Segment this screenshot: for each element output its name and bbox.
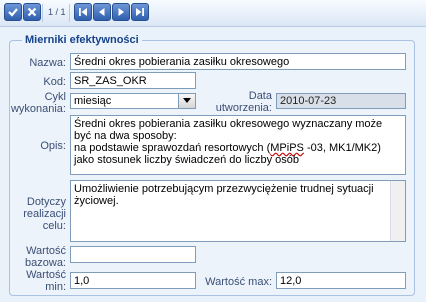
save-button[interactable]	[4, 3, 22, 21]
toolbar-separator	[69, 4, 70, 22]
check-icon	[8, 8, 18, 17]
description-label: Opis:	[40, 140, 66, 152]
goal-textarea[interactable]: Umożliwienie potrzebującym przezwyciężen…	[70, 180, 406, 242]
min-value-field[interactable]: 1,0	[70, 272, 196, 289]
pager-indicator: 1 / 1	[48, 7, 66, 17]
cycle-label: Cykl wykonania:	[10, 91, 66, 115]
code-field[interactable]: SR_ZAS_OKR	[70, 72, 196, 89]
description-textarea[interactable]: Średni okres pobierania zasiłku okresowe…	[70, 115, 406, 175]
description-text: Średni okres pobierania zasiłku okresowe…	[74, 118, 383, 166]
last-page-icon	[136, 8, 144, 16]
first-page-button[interactable]	[74, 3, 92, 21]
prev-page-button[interactable]	[93, 3, 111, 21]
goal-scrollbar[interactable]	[390, 181, 405, 241]
first-page-icon	[79, 8, 87, 16]
max-value-label: Wartość max:	[205, 276, 272, 288]
cycle-select-value: miesiąc	[74, 95, 112, 107]
min-value-label: Wartość min:	[26, 269, 66, 293]
cancel-button[interactable]	[23, 3, 41, 21]
max-value-field[interactable]: 12,0	[276, 272, 406, 289]
toolbar-separator	[42, 4, 43, 22]
base-value-label: Wartość bazowa:	[25, 245, 66, 269]
last-page-button[interactable]	[131, 3, 149, 21]
next-page-icon	[118, 8, 124, 16]
panel-legend: Mierniki efektywności	[25, 34, 139, 46]
base-value-field[interactable]	[70, 246, 196, 263]
creation-date-label: Data utworzenia:	[215, 90, 272, 114]
goal-text: Umożliwienie potrzebującym przezwyciężen…	[74, 183, 374, 207]
close-icon	[27, 7, 37, 17]
name-label: Nazwa:	[29, 57, 66, 69]
cycle-dropdown-button[interactable]	[178, 94, 195, 108]
next-page-button[interactable]	[112, 3, 130, 21]
name-field[interactable]: Średni okres pobierania zasiłku okresowe…	[70, 53, 406, 70]
chevron-down-icon	[183, 98, 191, 103]
goal-label: Dotyczy realizacji celu:	[23, 196, 66, 232]
cycle-select[interactable]: miesiąc	[70, 93, 196, 109]
code-label: Kod:	[43, 76, 66, 88]
prev-page-icon	[99, 8, 105, 16]
creation-date-field: 2010-07-23	[276, 93, 406, 109]
toolbar: 1 / 1	[0, 0, 426, 27]
